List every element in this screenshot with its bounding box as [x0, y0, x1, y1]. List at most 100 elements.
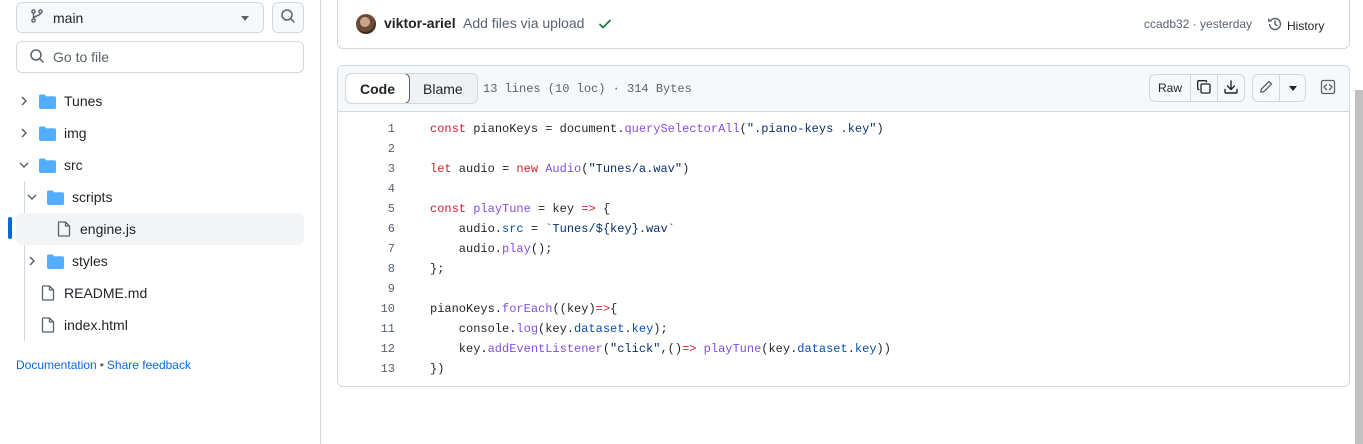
pencil-icon: [1258, 79, 1274, 98]
latest-commit-bar: viktor-ariel Add files via upload ccadb3…: [337, 0, 1350, 49]
download-button[interactable]: [1217, 74, 1245, 102]
share-feedback-link[interactable]: Share feedback: [107, 358, 191, 372]
symbols-icon: [1320, 79, 1336, 98]
code-line-text: audio.src = `Tunes/${key}.wav`: [430, 222, 675, 236]
line-number[interactable]: 12: [338, 339, 395, 359]
tree-item-readme[interactable]: README.md: [16, 277, 304, 309]
code-line-text: }): [430, 362, 445, 376]
code-line: 6 audio.src = `Tunes/${key}.wav`: [338, 219, 1349, 239]
tree-item-label: README.md: [64, 285, 148, 301]
search-button[interactable]: [272, 2, 304, 33]
tree-item-index-html[interactable]: index.html: [16, 309, 304, 341]
go-to-file-field[interactable]: [16, 41, 304, 73]
code-line: 1 const pianoKeys = document.querySelecto…: [338, 119, 1349, 139]
chevron-right-icon[interactable]: [16, 125, 32, 141]
code-line: 5 const playTune = key => {: [338, 199, 1349, 219]
tree-item-label: styles: [72, 253, 108, 269]
copy-icon: [1196, 79, 1212, 98]
tree-item-scripts[interactable]: scripts: [16, 181, 304, 213]
check-icon[interactable]: [598, 17, 612, 34]
triangle-down-icon: [1288, 85, 1297, 91]
code-line: 10 pianoKeys.forEach((key)=>{: [338, 299, 1349, 319]
code-line: 8};: [338, 259, 1349, 279]
line-number[interactable]: 1: [338, 119, 395, 139]
tree-item-label: Tunes: [64, 93, 103, 109]
tree-item-src[interactable]: src: [16, 149, 304, 181]
tree-item-img[interactable]: img: [16, 117, 304, 149]
code-line: 7 audio.play();: [338, 239, 1349, 259]
line-number[interactable]: 4: [338, 179, 395, 199]
code-line: 11 console.log(key.dataset.key);: [338, 319, 1349, 339]
line-number[interactable]: 5: [338, 199, 395, 219]
line-number[interactable]: 10: [338, 299, 395, 319]
tree-item-styles[interactable]: styles: [16, 245, 304, 277]
git-branch-icon: [29, 8, 45, 27]
line-number[interactable]: 3: [338, 159, 395, 179]
search-icon: [280, 8, 296, 27]
page-scrollbar[interactable]: [1355, 90, 1363, 444]
copy-raw-button[interactable]: [1190, 74, 1218, 102]
file-info: 13 lines (10 loc) · 314 Bytes: [483, 82, 692, 96]
commit-author-link[interactable]: viktor-ariel: [384, 15, 456, 31]
search-icon: [29, 48, 45, 67]
line-number[interactable]: 8: [338, 259, 395, 279]
go-to-file-input[interactable]: [53, 49, 293, 65]
view-mode-toggle: Code Blame: [345, 73, 478, 104]
file-icon: [41, 285, 59, 301]
raw-button[interactable]: Raw: [1149, 74, 1191, 102]
commit-sha-time[interactable]: ccadb32 · yesterday: [1144, 17, 1252, 31]
avatar[interactable]: [356, 14, 376, 34]
code-line-text: audio.play();: [430, 242, 553, 256]
file-viewer: Code Blame 13 lines (10 loc) · 314 Bytes…: [337, 65, 1350, 387]
chevron-down-icon[interactable]: [16, 157, 32, 173]
tab-blame[interactable]: Blame: [409, 74, 477, 103]
chevron-right-icon[interactable]: [16, 93, 32, 109]
folder-icon: [47, 253, 65, 269]
line-number[interactable]: 11: [338, 319, 395, 339]
file-icon: [57, 221, 75, 237]
line-number[interactable]: 13: [338, 359, 395, 379]
folder-open-icon: [47, 189, 65, 205]
edit-button[interactable]: [1252, 74, 1280, 102]
branch-selector-button[interactable]: main: [16, 2, 264, 33]
download-icon: [1223, 79, 1239, 98]
code-line-text: const pianoKeys = document.querySelector…: [430, 122, 884, 136]
chevron-right-icon[interactable]: [24, 253, 40, 269]
line-number[interactable]: 6: [338, 219, 395, 239]
file-viewer-header: Code Blame 13 lines (10 loc) · 314 Bytes…: [338, 66, 1349, 112]
history-icon: [1267, 16, 1283, 35]
file-icon: [41, 317, 59, 333]
code-line: 2: [338, 139, 1349, 159]
tree-item-label: src: [64, 157, 83, 173]
file-tree: Tunes img src scripts engine.js styles R…: [8, 85, 304, 341]
history-button[interactable]: History: [1267, 16, 1324, 35]
documentation-link[interactable]: Documentation: [16, 358, 97, 372]
tree-item-label: scripts: [72, 189, 113, 205]
code-line-text: let audio = new Audio("Tunes/a.wav"): [430, 162, 690, 176]
tree-item-label: engine.js: [80, 221, 137, 237]
more-edit-options-button[interactable]: [1279, 74, 1306, 102]
code-line-text: const playTune = key => {: [430, 202, 611, 216]
history-label: History: [1287, 18, 1325, 33]
tab-code[interactable]: Code: [345, 74, 410, 103]
folder-icon: [39, 93, 57, 109]
code-view[interactable]: 1 const pianoKeys = document.querySelecto…: [338, 119, 1349, 379]
separator: •: [99, 358, 104, 372]
line-number[interactable]: 7: [338, 239, 395, 259]
code-line-text: key.addEventListener("click",()=> playTu…: [430, 342, 891, 356]
code-line: 3 let audio = new Audio("Tunes/a.wav"): [338, 159, 1349, 179]
code-line-text: pianoKeys.forEach((key)=>{: [430, 302, 618, 316]
tree-item-tunes[interactable]: Tunes: [16, 85, 304, 117]
tree-item-label: index.html: [64, 317, 128, 333]
line-number[interactable]: 9: [338, 279, 395, 299]
chevron-down-icon[interactable]: [24, 189, 40, 205]
code-line: 12 key.addEventListener("click",()=> pla…: [338, 339, 1349, 359]
line-number[interactable]: 2: [338, 139, 395, 159]
sidebar-footer: Documentation • Share feedback: [16, 358, 191, 372]
commit-message-link[interactable]: Add files via upload: [463, 15, 584, 31]
code-line-text: console.log(key.dataset.key);: [430, 322, 668, 336]
tree-item-label: img: [64, 125, 87, 141]
tree-item-engine-js[interactable]: engine.js: [16, 213, 304, 245]
code-line: 4: [338, 179, 1349, 199]
symbols-panel-button[interactable]: [1314, 74, 1342, 102]
